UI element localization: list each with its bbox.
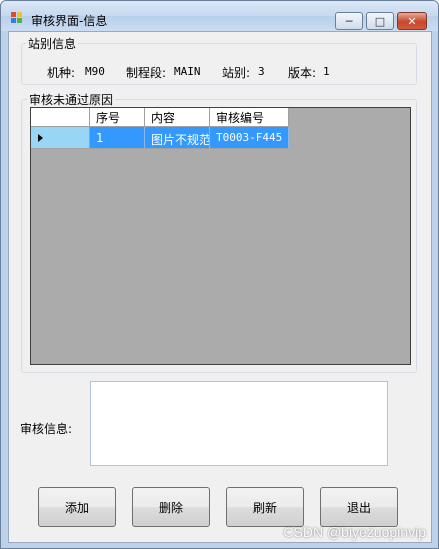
audit-info-textbox[interactable] [90, 381, 388, 466]
model-label: 机种: [47, 66, 76, 80]
watermark: CSDN @biyezuopinvip [283, 524, 426, 540]
maximize-button[interactable]: □ [366, 12, 394, 30]
table-row[interactable]: 1 图片不规范 T0003-F445 [31, 127, 289, 149]
close-icon: ✕ [407, 14, 417, 28]
title-bar[interactable]: 审核界面-信息 ─ □ ✕ [1, 1, 438, 31]
process-value: MAIN [174, 65, 201, 78]
model-value: M90 [85, 65, 105, 78]
row-header[interactable] [31, 127, 90, 149]
reason-grid[interactable]: 序号 内容 审核编号 1 图片不规范 T0003-F445 [30, 107, 411, 365]
version-value: 1 [323, 65, 330, 78]
maximize-icon: □ [374, 14, 386, 28]
version-label: 版本: [288, 66, 317, 80]
process-label: 制程段: [126, 66, 167, 80]
exit-button[interactable]: 退出 [320, 487, 398, 527]
column-header-code[interactable]: 审核编号 [210, 108, 289, 127]
delete-button[interactable]: 删除 [132, 487, 210, 527]
station-value: 3 [258, 65, 265, 78]
window-title: 审核界面-信息 [31, 14, 108, 28]
close-button[interactable]: ✕ [397, 12, 427, 30]
add-button[interactable]: 添加 [38, 487, 116, 527]
form-body: 站别信息 机种: M90 制程段: MAIN 站别: 3 版本: 1 审核未通过… [8, 31, 432, 543]
grid-header: 序号 内容 审核编号 [31, 108, 289, 127]
app-window: 审核界面-信息 ─ □ ✕ 站别信息 机种: M90 制程段: MAIN 站别:… [0, 0, 439, 549]
cell-seq[interactable]: 1 [90, 127, 145, 149]
station-info-legend: 站别信息 [26, 35, 79, 52]
app-icon [11, 12, 23, 24]
grid-corner-header [31, 108, 90, 127]
audit-info-label: 审核信息: [20, 422, 73, 436]
station-label: 站别: [222, 66, 251, 80]
minimize-button[interactable]: ─ [335, 12, 363, 30]
cell-content[interactable]: 图片不规范 [145, 127, 210, 149]
column-header-seq[interactable]: 序号 [90, 108, 145, 127]
minimize-icon: ─ [345, 14, 353, 28]
current-row-arrow-icon [38, 134, 43, 142]
column-header-content[interactable]: 内容 [145, 108, 210, 127]
reason-legend: 审核未通过原因 [27, 91, 116, 108]
station-info-group [21, 43, 417, 85]
cell-code[interactable]: T0003-F445 [210, 127, 289, 149]
refresh-button[interactable]: 刷新 [226, 487, 304, 527]
